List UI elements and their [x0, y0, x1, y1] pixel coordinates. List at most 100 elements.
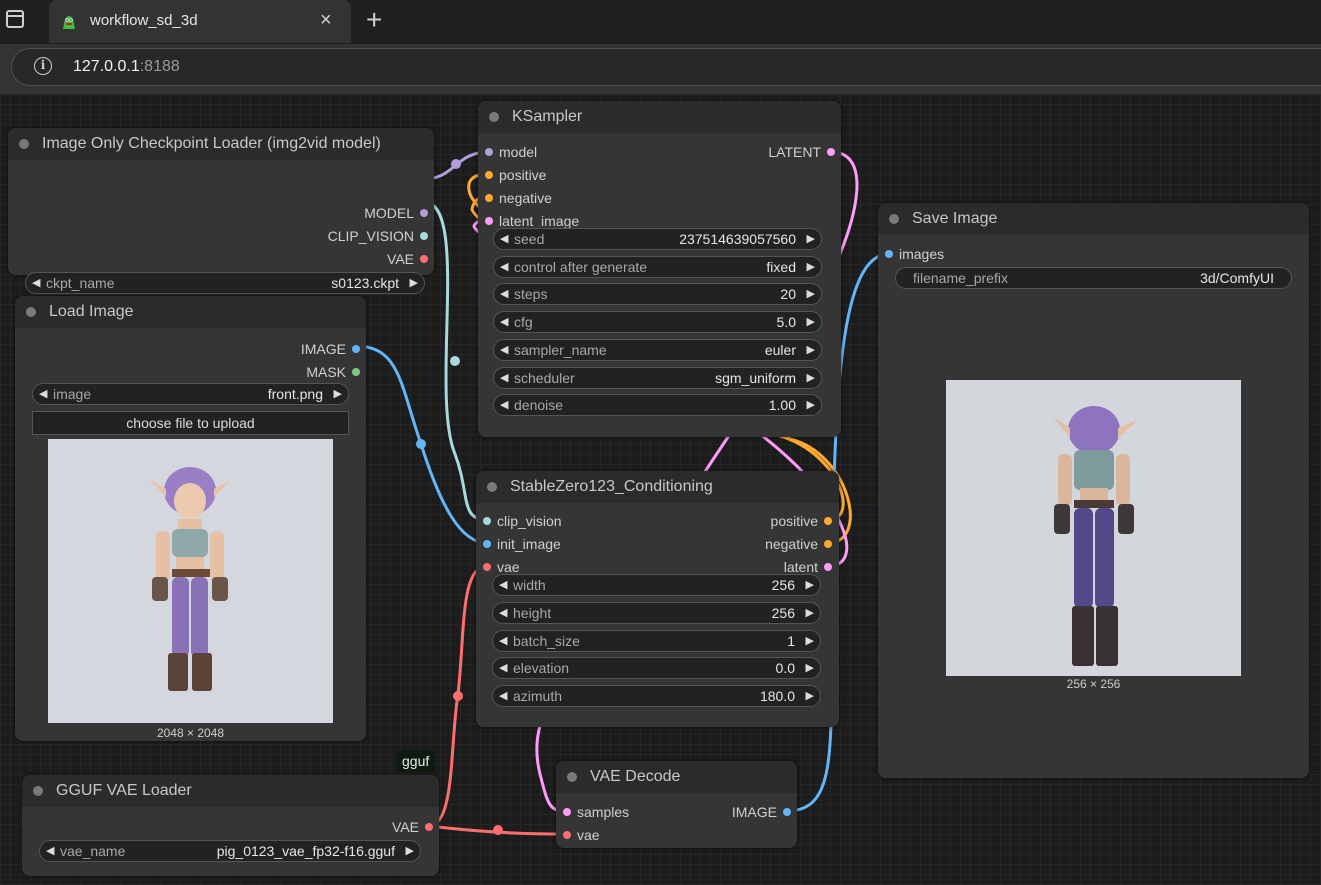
increment-arrow-icon[interactable]: ▶ [806, 633, 814, 649]
image-combo[interactable]: ◀ image front.png ▶ [32, 383, 349, 405]
decrement-arrow-icon[interactable]: ◀ [500, 286, 508, 302]
ksampler-node[interactable]: KSampler model positive negative latent_… [478, 101, 841, 437]
checkpoint-loader-node[interactable]: Image Only Checkpoint Loader (img2vid mo… [8, 128, 434, 294]
decrement-arrow-icon[interactable]: ◀ [500, 342, 508, 358]
slot-dot-icon[interactable] [485, 171, 493, 179]
output-slot-latent[interactable]: LATENT [768, 144, 835, 160]
input-slot-latent-image[interactable]: latent_image [485, 213, 579, 229]
decrement-arrow-icon[interactable]: ◀ [500, 259, 508, 275]
input-slot-negative[interactable]: negative [485, 190, 552, 206]
output-slot-image[interactable]: IMAGE [301, 341, 360, 357]
output-slot-model[interactable]: MODEL [364, 205, 428, 221]
decrement-arrow-icon[interactable]: ◀ [32, 275, 40, 291]
save-image-title[interactable]: Save Image [878, 203, 1309, 235]
vae-name-combo[interactable]: ◀ vae_name pig_0123_vae_fp32-f16.gguf ▶ [39, 840, 421, 862]
input-slot-vae[interactable]: vae [483, 559, 520, 575]
decrement-arrow-icon[interactable]: ◀ [499, 605, 507, 621]
width-widget[interactable]: ◀ width 256 ▶ [492, 574, 821, 596]
collapse-dot-icon[interactable] [33, 786, 43, 796]
output-slot-latent[interactable]: latent [784, 559, 832, 575]
azimuth-widget[interactable]: ◀ azimuth 180.0 ▶ [492, 685, 821, 707]
slot-dot-icon[interactable] [485, 217, 493, 225]
ksampler-title[interactable]: KSampler [478, 101, 841, 133]
slot-dot-icon[interactable] [824, 563, 832, 571]
slot-dot-icon[interactable] [352, 345, 360, 353]
input-slot-images[interactable]: images [885, 246, 944, 262]
slot-dot-icon[interactable] [885, 250, 893, 258]
decrement-arrow-icon[interactable]: ◀ [500, 314, 508, 330]
slot-dot-icon[interactable] [483, 540, 491, 548]
increment-arrow-icon[interactable]: ▶ [410, 275, 418, 291]
slot-dot-icon[interactable] [483, 517, 491, 525]
decrement-arrow-icon[interactable]: ◀ [499, 633, 507, 649]
increment-arrow-icon[interactable]: ▶ [807, 370, 815, 386]
close-tab-icon[interactable]: × [320, 9, 332, 31]
increment-arrow-icon[interactable]: ▶ [807, 314, 815, 330]
output-slot-clip-vision[interactable]: CLIP_VISION [328, 228, 428, 244]
increment-arrow-icon[interactable]: ▶ [806, 660, 814, 676]
slot-dot-icon[interactable] [420, 232, 428, 240]
decrement-arrow-icon[interactable]: ◀ [500, 397, 508, 413]
seed-widget[interactable]: ◀ seed 237514639057560 ▶ [493, 228, 822, 250]
slot-dot-icon[interactable] [425, 823, 433, 831]
increment-arrow-icon[interactable]: ▶ [406, 843, 414, 859]
slot-dot-icon[interactable] [352, 368, 360, 376]
slot-dot-icon[interactable] [563, 808, 571, 816]
input-slot-positive[interactable]: positive [485, 167, 546, 183]
window-menu-icon[interactable] [6, 10, 24, 28]
control-after-generate-widget[interactable]: ◀ control after generate fixed ▶ [493, 256, 822, 278]
decrement-arrow-icon[interactable]: ◀ [46, 843, 54, 859]
vae-decode-node[interactable]: VAE Decode samples vae IMAGE [556, 761, 797, 848]
gguf-vae-loader-title[interactable]: GGUF VAE Loader [22, 775, 439, 807]
save-image-node[interactable]: Save Image images filename_prefix 3d/Com… [878, 203, 1309, 778]
slot-dot-icon[interactable] [420, 255, 428, 263]
decrement-arrow-icon[interactable]: ◀ [499, 660, 507, 676]
slot-dot-icon[interactable] [827, 148, 835, 156]
url-text[interactable]: 127.0.0.1:8188 [73, 58, 180, 76]
output-slot-mask[interactable]: MASK [306, 364, 360, 380]
slot-dot-icon[interactable] [563, 831, 571, 839]
output-slot-negative[interactable]: negative [765, 536, 832, 552]
slot-dot-icon[interactable] [483, 563, 491, 571]
input-slot-init-image[interactable]: init_image [483, 536, 561, 552]
output-slot-image[interactable]: IMAGE [732, 804, 791, 820]
decrement-arrow-icon[interactable]: ◀ [39, 386, 47, 402]
input-slot-clip-vision[interactable]: clip_vision [483, 513, 562, 529]
output-slot-vae[interactable]: VAE [387, 251, 428, 267]
gguf-vae-loader-node[interactable]: GGUF VAE Loader VAE ◀ vae_name pig_0123_… [22, 775, 439, 876]
url-field[interactable]: i 127.0.0.1:8188 [11, 48, 1321, 86]
decrement-arrow-icon[interactable]: ◀ [499, 688, 507, 704]
output-slot-vae[interactable]: VAE [392, 819, 433, 835]
collapse-dot-icon[interactable] [487, 482, 497, 492]
steps-widget[interactable]: ◀ steps 20 ▶ [493, 283, 822, 305]
slot-dot-icon[interactable] [824, 517, 832, 525]
browser-tab[interactable]: workflow_sd_3d × [49, 0, 351, 43]
decrement-arrow-icon[interactable]: ◀ [500, 231, 508, 247]
output-slot-positive[interactable]: positive [771, 513, 832, 529]
increment-arrow-icon[interactable]: ▶ [806, 577, 814, 593]
input-slot-vae[interactable]: vae [563, 827, 600, 843]
collapse-dot-icon[interactable] [26, 307, 36, 317]
site-info-icon[interactable]: i [34, 57, 52, 75]
decrement-arrow-icon[interactable]: ◀ [500, 370, 508, 386]
increment-arrow-icon[interactable]: ▶ [806, 688, 814, 704]
filename-prefix-field[interactable]: filename_prefix 3d/ComfyUI [895, 267, 1292, 289]
height-widget[interactable]: ◀ height 256 ▶ [492, 602, 821, 624]
increment-arrow-icon[interactable]: ▶ [807, 231, 815, 247]
upload-file-button[interactable]: choose file to upload [32, 411, 349, 435]
scheduler-widget[interactable]: ◀ scheduler sgm_uniform ▶ [493, 367, 822, 389]
slot-dot-icon[interactable] [485, 194, 493, 202]
increment-arrow-icon[interactable]: ▶ [806, 605, 814, 621]
slot-dot-icon[interactable] [420, 209, 428, 217]
input-slot-model[interactable]: model [485, 144, 537, 160]
increment-arrow-icon[interactable]: ▶ [807, 397, 815, 413]
collapse-dot-icon[interactable] [567, 772, 577, 782]
decrement-arrow-icon[interactable]: ◀ [499, 577, 507, 593]
denoise-widget[interactable]: ◀ denoise 1.00 ▶ [493, 394, 822, 416]
collapse-dot-icon[interactable] [489, 112, 499, 122]
increment-arrow-icon[interactable]: ▶ [807, 342, 815, 358]
stable-zero123-title[interactable]: StableZero123_Conditioning [476, 471, 839, 503]
increment-arrow-icon[interactable]: ▶ [334, 386, 342, 402]
checkpoint-loader-title[interactable]: Image Only Checkpoint Loader (img2vid mo… [8, 128, 434, 160]
stable-zero123-node[interactable]: StableZero123_Conditioning clip_vision i… [476, 471, 839, 727]
